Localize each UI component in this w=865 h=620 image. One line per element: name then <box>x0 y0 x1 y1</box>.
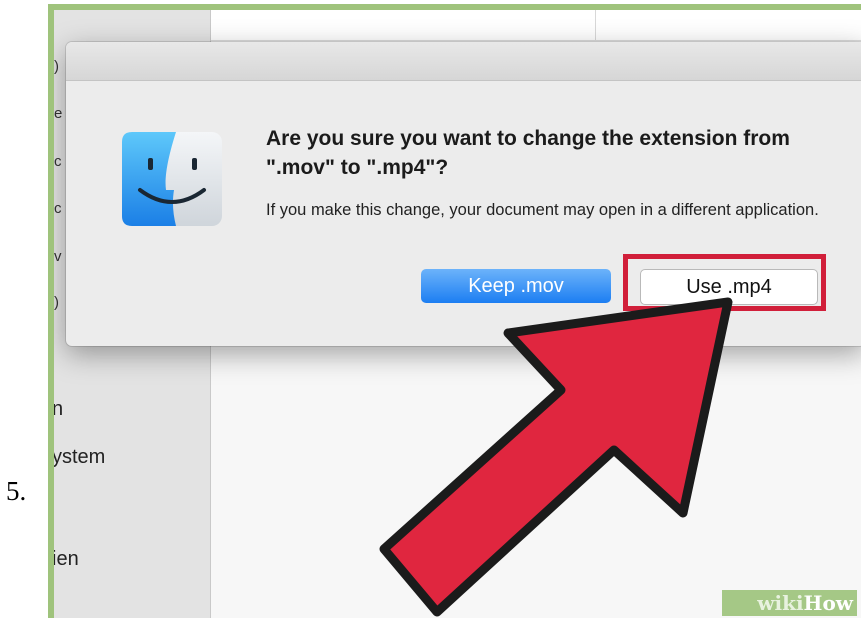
red-arrow-icon <box>379 297 733 617</box>
